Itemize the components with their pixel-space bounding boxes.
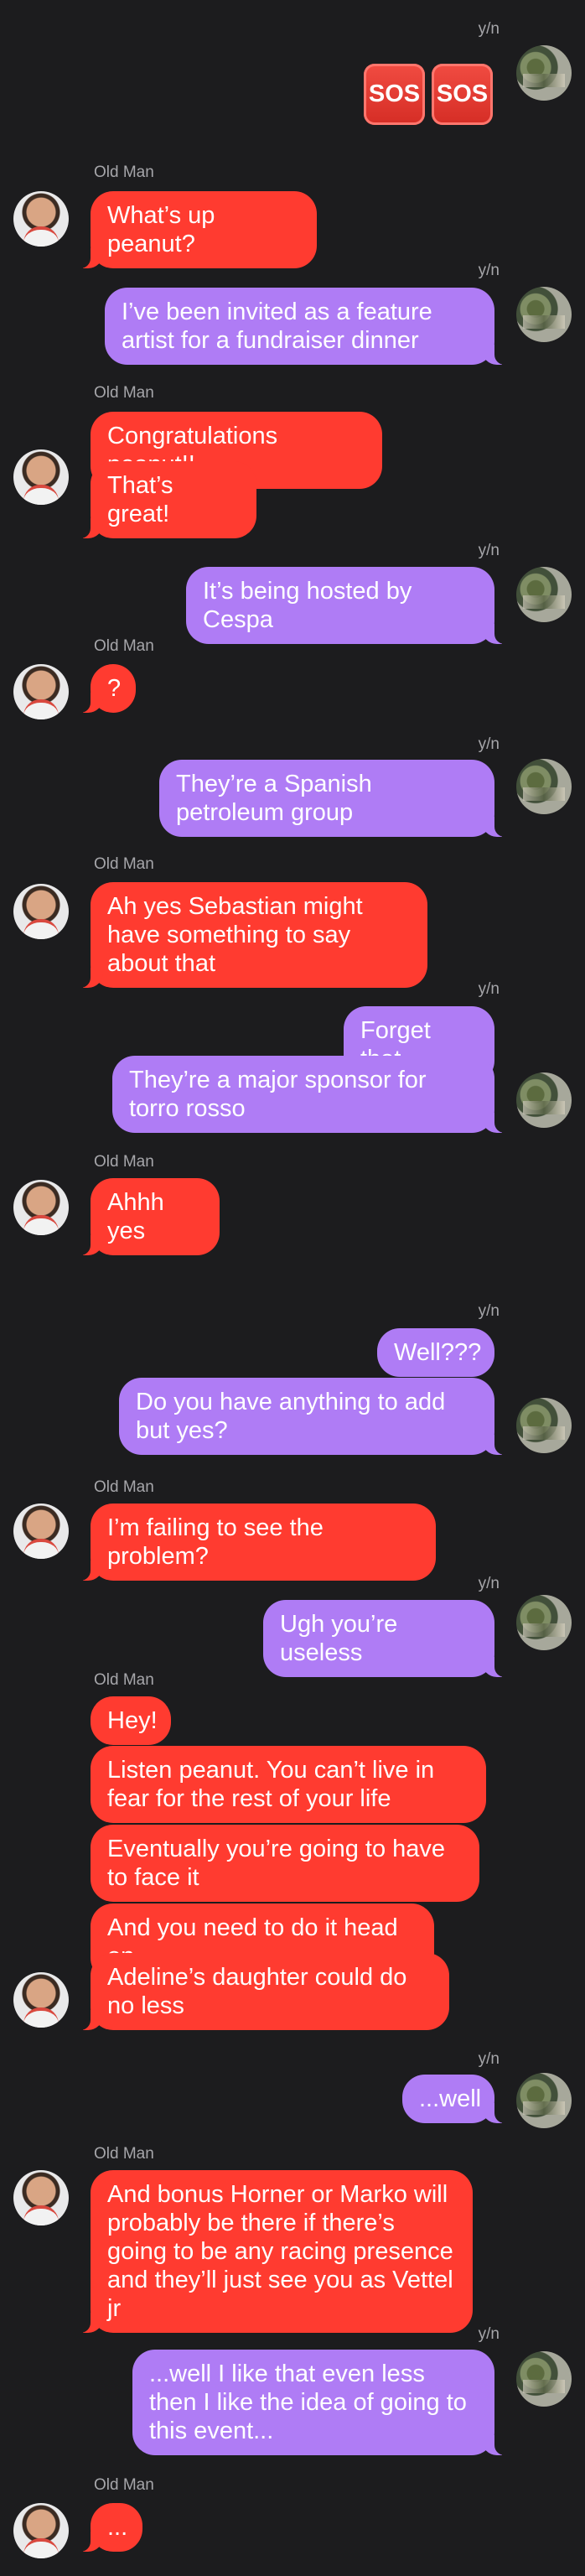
message-bubble[interactable]: ...well xyxy=(402,2075,511,2123)
sender-name: y/n xyxy=(478,980,500,998)
message-bubble[interactable]: They’re a major sponsor for torro rosso xyxy=(112,1056,511,1133)
message-bubble[interactable]: Well??? xyxy=(377,1328,494,1377)
sender-name: y/n xyxy=(478,262,500,279)
sender-name: y/n xyxy=(478,1575,500,1592)
message-bubble[interactable]: It’s being hosted by Cespa xyxy=(186,567,511,644)
message-bubble[interactable]: And bonus Horner or Marko will probably … xyxy=(74,2170,473,2333)
sender-name: Old Man xyxy=(94,384,154,402)
message-bubble[interactable]: I’ve been invited as a feature artist fo… xyxy=(105,288,511,365)
sender-name: Old Man xyxy=(94,1478,154,1496)
message-bubble[interactable]: They’re a Spanish petroleum group xyxy=(159,760,511,837)
sender-name: Old Man xyxy=(94,164,154,181)
avatar[interactable] xyxy=(516,759,572,814)
sender-name: Old Man xyxy=(94,637,154,655)
sender-name: y/n xyxy=(478,542,500,559)
message-bubble[interactable]: Hey! xyxy=(91,1696,171,1745)
message-bubble[interactable]: Adeline’s daughter could do no less xyxy=(74,1953,449,2030)
message-thread: y/n SOS SOS Old Man What’s up peanut? y/… xyxy=(0,0,585,2576)
avatar[interactable] xyxy=(516,567,572,622)
avatar[interactable] xyxy=(13,191,69,247)
message-bubble[interactable]: ... xyxy=(74,2503,142,2552)
avatar[interactable] xyxy=(13,449,69,505)
avatar[interactable] xyxy=(516,1595,572,1650)
avatar[interactable] xyxy=(13,1180,69,1235)
sender-name: Old Man xyxy=(94,855,154,873)
message-bubble[interactable]: Listen peanut. You can’t live in fear fo… xyxy=(91,1746,486,1823)
sender-name: y/n xyxy=(478,20,500,38)
sender-name: y/n xyxy=(478,2325,500,2343)
avatar[interactable] xyxy=(13,664,69,719)
avatar[interactable] xyxy=(13,1504,69,1559)
avatar[interactable] xyxy=(516,287,572,342)
message-bubble[interactable]: Ugh you’re useless xyxy=(263,1600,511,1677)
sos-emoji[interactable]: SOS xyxy=(364,64,425,125)
message-bubble[interactable]: Do you have anything to add but yes? xyxy=(119,1378,511,1455)
sender-name: y/n xyxy=(478,1302,500,1320)
avatar[interactable] xyxy=(13,1972,69,2028)
avatar[interactable] xyxy=(516,2351,572,2407)
avatar[interactable] xyxy=(516,2073,572,2128)
sos-emoji[interactable]: SOS xyxy=(432,64,493,125)
message-bubble[interactable]: ? xyxy=(74,664,136,713)
sender-name: Old Man xyxy=(94,2145,154,2163)
message-bubble[interactable]: That’s great! xyxy=(74,461,256,538)
avatar[interactable] xyxy=(13,2503,69,2558)
avatar[interactable] xyxy=(516,1072,572,1128)
avatar[interactable] xyxy=(516,1398,572,1453)
sender-name: Old Man xyxy=(94,2476,154,2494)
sender-name: y/n xyxy=(478,735,500,753)
avatar[interactable] xyxy=(13,2170,69,2225)
message-bubble[interactable]: Ah yes Sebastian might have something to… xyxy=(74,882,427,988)
sender-name: y/n xyxy=(478,2050,500,2068)
sender-name: Old Man xyxy=(94,1671,154,1689)
message-bubble[interactable]: What’s up peanut? xyxy=(74,191,317,268)
sender-name: Old Man xyxy=(94,1153,154,1171)
message-bubble[interactable]: ...well I like that even less then I lik… xyxy=(132,2350,511,2455)
avatar[interactable] xyxy=(13,884,69,939)
avatar[interactable] xyxy=(516,45,572,101)
sos-emoji-group: SOS SOS xyxy=(364,64,493,125)
message-bubble[interactable]: Eventually you’re going to have to face … xyxy=(91,1825,479,1902)
message-bubble[interactable]: Ahhh yes xyxy=(74,1178,220,1255)
message-bubble[interactable]: I’m failing to see the problem? xyxy=(74,1504,436,1581)
